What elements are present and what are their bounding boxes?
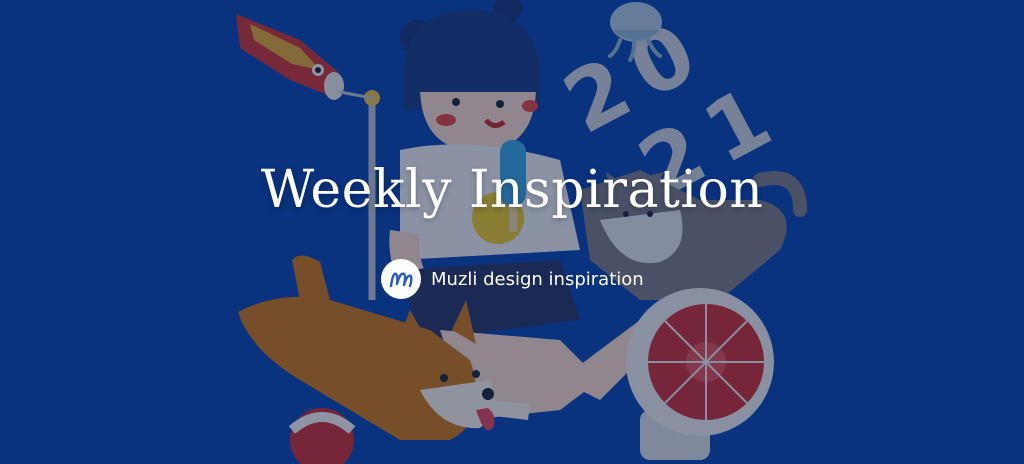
brand-name: Muzli design inspiration bbox=[431, 268, 644, 290]
brand-link[interactable]: Muzli design inspiration bbox=[381, 259, 644, 299]
hero-banner: 2 0 2 1 Weekly Inspiration Muzli design … bbox=[0, 0, 1024, 464]
muzli-m-logo-icon-glyph bbox=[389, 272, 413, 288]
muzli-m-logo-icon bbox=[381, 259, 421, 299]
dark-overlay bbox=[0, 0, 1024, 464]
page-title: Weekly Inspiration bbox=[260, 160, 764, 220]
